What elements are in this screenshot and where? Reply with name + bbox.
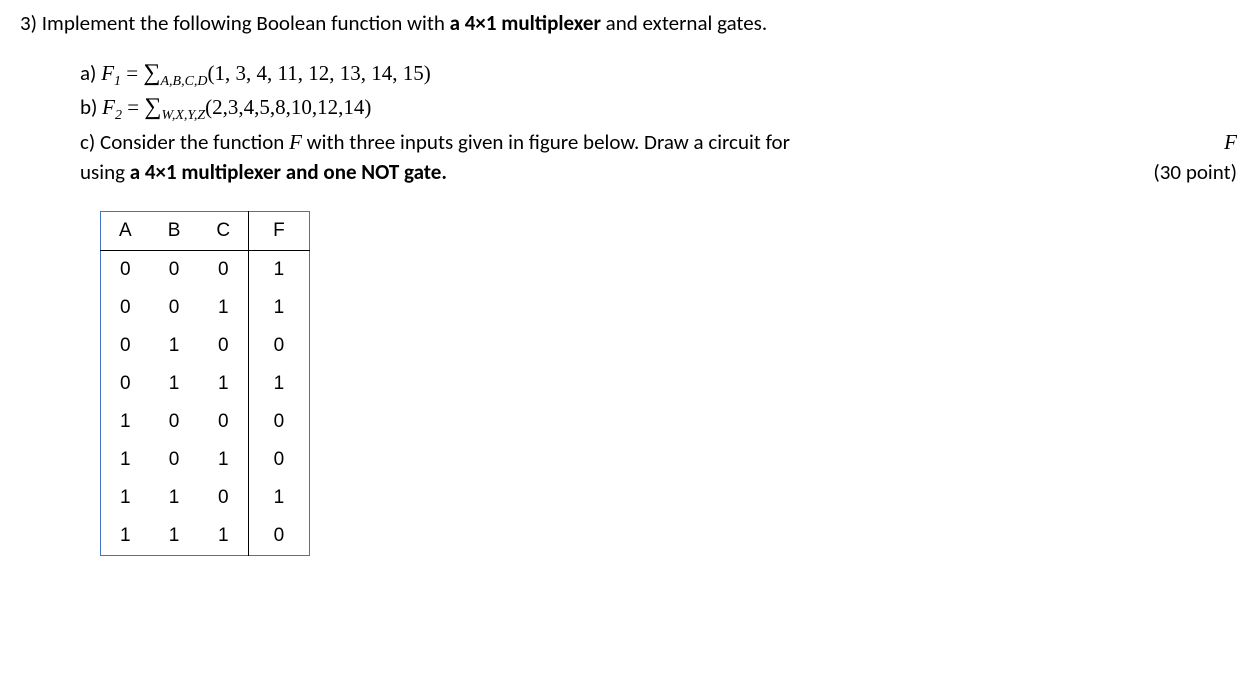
cell: 1 — [101, 403, 150, 441]
table-row: 1 0 1 0 — [101, 441, 310, 479]
part-b: b) F2 = ∑W,X,Y,Z(2,3,4,5,8,10,12,14) — [80, 94, 1237, 124]
header-b: B — [150, 212, 199, 251]
table-row: 0 1 1 1 — [101, 365, 310, 403]
cell: 1 — [150, 517, 199, 556]
part-a-label: a) — [80, 60, 101, 86]
cell: 0 — [198, 251, 248, 290]
part-a-func-sub: 1 — [114, 74, 121, 89]
cell: 0 — [150, 289, 199, 327]
part-b-sigma: ∑ — [144, 94, 161, 121]
part-c-F1: F — [289, 130, 302, 154]
problem-intro: 3) Implement the following Boolean funct… — [20, 10, 1237, 36]
part-a-sigma: ∑ — [143, 60, 160, 87]
part-b-label: b) — [80, 94, 102, 120]
part-b-minterms: (2,3,4,5,8,10,12,14) — [205, 95, 371, 119]
part-a-minterms: (1, 3, 4, 11, 12, 13, 14, 15) — [208, 61, 431, 85]
table-row: 1 1 0 1 — [101, 479, 310, 517]
intro-text-before: Implement the following Boolean function… — [42, 10, 450, 36]
table-header-row: A B C F — [101, 212, 310, 251]
part-b-sigma-sub: W,X,Y,Z — [161, 108, 205, 123]
part-a-func: F — [101, 61, 114, 85]
sub-problems: a) F1 = ∑A,B,C,D(1, 3, 4, 11, 12, 13, 14… — [80, 60, 1237, 187]
cell: 1 — [249, 365, 310, 403]
header-f: F — [249, 212, 310, 251]
cell: 1 — [101, 479, 150, 517]
cell: 0 — [198, 479, 248, 517]
table-row: 1 1 1 0 — [101, 517, 310, 556]
cell: 1 — [198, 289, 248, 327]
cell: 0 — [249, 403, 310, 441]
part-a: a) F1 = ∑A,B,C,D(1, 3, 4, 11, 12, 13, 14… — [80, 60, 1237, 90]
part-c-F2: F — [1224, 128, 1237, 157]
intro-bold: a 4×1 multiplexer — [450, 10, 601, 36]
cell: 1 — [198, 441, 248, 479]
part-c-bold: a 4×1 multiplexer and one NOT gate. — [130, 159, 447, 185]
table-body: 0 0 0 1 0 0 1 1 0 1 0 0 0 1 1 1 — [101, 251, 310, 556]
cell: 1 — [150, 365, 199, 403]
cell: 0 — [101, 251, 150, 290]
cell: 0 — [150, 251, 199, 290]
cell: 0 — [101, 365, 150, 403]
part-c: c) Consider the function F with three in… — [80, 128, 1237, 187]
cell: 1 — [198, 365, 248, 403]
part-b-func-sub: 2 — [115, 108, 122, 123]
part-b-func: F — [102, 95, 115, 119]
cell: 0 — [249, 517, 310, 556]
truth-table-container: A B C F 0 0 0 1 0 0 1 1 0 1 0 — [100, 211, 1237, 556]
cell: 1 — [249, 289, 310, 327]
part-c-points: (30 point) — [1153, 158, 1237, 187]
table-row: 0 0 1 1 — [101, 289, 310, 327]
problem-number: 3) — [20, 10, 37, 36]
cell: 0 — [198, 403, 248, 441]
part-c-text3: using — [80, 159, 130, 185]
cell: 0 — [101, 327, 150, 365]
cell: 0 — [249, 327, 310, 365]
part-c-label: c) — [80, 129, 100, 155]
cell: 0 — [150, 403, 199, 441]
header-c: C — [198, 212, 248, 251]
part-a-equals: = — [121, 61, 143, 85]
part-b-equals: = — [122, 95, 144, 119]
table-row: 1 0 0 0 — [101, 403, 310, 441]
part-c-text1: Consider the function — [100, 129, 289, 155]
cell: 0 — [249, 441, 310, 479]
part-c-text2: with three inputs given in figure below.… — [302, 129, 790, 155]
cell: 1 — [150, 327, 199, 365]
cell: 0 — [150, 441, 199, 479]
cell: 1 — [249, 251, 310, 290]
intro-text-after: and external gates. — [601, 10, 767, 36]
table-row: 0 1 0 0 — [101, 327, 310, 365]
cell: 1 — [150, 479, 199, 517]
cell: 1 — [101, 517, 150, 556]
cell: 0 — [198, 327, 248, 365]
cell: 1 — [198, 517, 248, 556]
header-a: A — [101, 212, 150, 251]
cell: 1 — [249, 479, 310, 517]
part-a-sigma-sub: A,B,C,D — [160, 74, 207, 89]
cell: 0 — [101, 289, 150, 327]
table-row: 0 0 0 1 — [101, 251, 310, 290]
cell: 1 — [101, 441, 150, 479]
truth-table: A B C F 0 0 0 1 0 0 1 1 0 1 0 — [100, 211, 310, 556]
